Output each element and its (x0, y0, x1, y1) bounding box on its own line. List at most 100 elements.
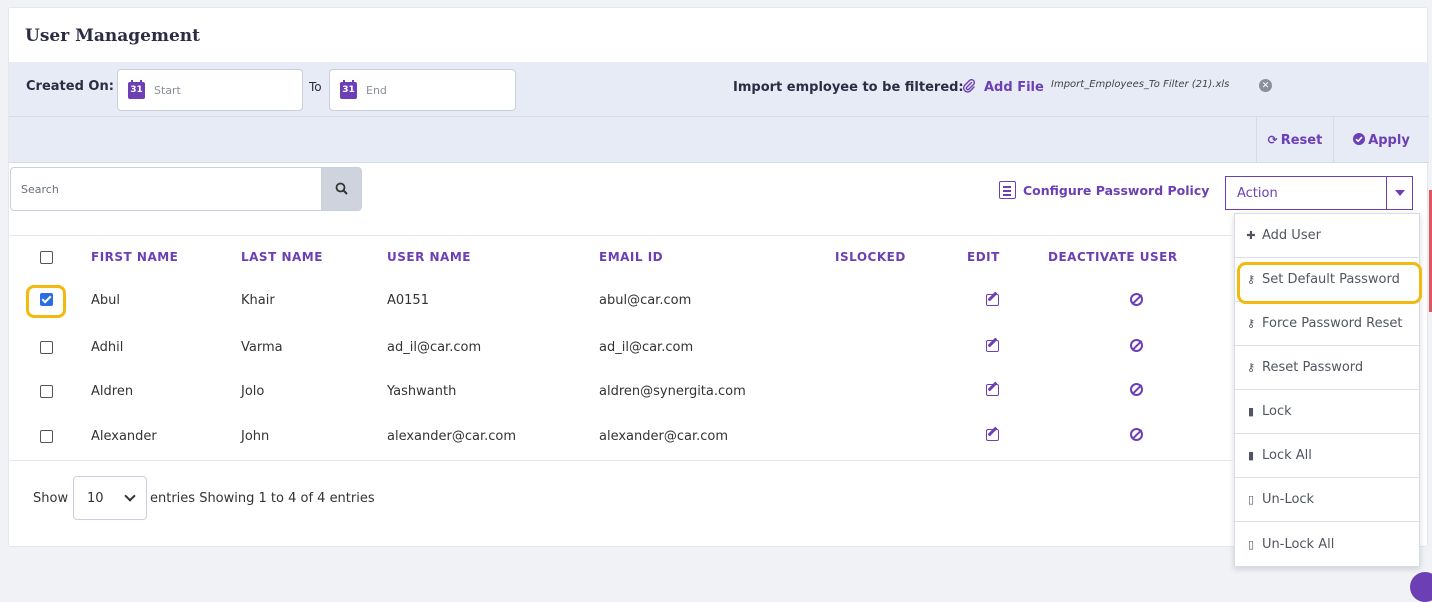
edit-icon[interactable] (986, 340, 999, 352)
key-icon: ⚷ (1246, 317, 1256, 330)
apply-button[interactable]: Apply (1334, 117, 1429, 163)
user-management-card: User Management Created On: 31 Start To … (8, 7, 1429, 547)
column-header-islocked[interactable]: ISLOCKED (835, 250, 906, 264)
filter-toolbar: ⟳ Reset Apply (9, 117, 1429, 163)
unlock-icon: ▯ (1247, 537, 1255, 551)
table-top-divider (10, 235, 1233, 236)
menu-item-reset-password[interactable]: ⚷ Reset Password (1235, 346, 1419, 390)
menu-item-lock[interactable]: ▮ Lock (1235, 390, 1419, 434)
menu-item-lock-all[interactable]: ▮ Lock All (1235, 434, 1419, 478)
deactivate-icon[interactable] (1130, 293, 1143, 306)
created-on-label: Created On: (26, 79, 114, 94)
cell-first-name: Abul (91, 293, 120, 308)
page-title: User Management (25, 26, 201, 46)
menu-item-label: Reset Password (1262, 360, 1364, 375)
menu-item-set-default-password[interactable]: ⚷ Set Default Password (1235, 258, 1422, 304)
table-bottom-divider (10, 460, 1233, 461)
chevron-down-icon (124, 490, 136, 502)
menu-item-label: Un-Lock All (1262, 536, 1335, 552)
menu-item-label: Add User (1262, 228, 1321, 243)
chevron-down-icon[interactable] (1386, 177, 1412, 209)
cell-last-name: Khair (241, 293, 275, 308)
end-placeholder: End (366, 83, 387, 97)
configure-password-policy-link[interactable]: Configure Password Policy (999, 181, 1209, 199)
start-date-input[interactable]: 31 Start (117, 69, 303, 111)
reset-button[interactable]: ⟳ Reset (1256, 117, 1334, 163)
unlock-icon: ▯ (1247, 493, 1255, 506)
menu-item-label: Set Default Password (1262, 272, 1400, 287)
deactivate-icon[interactable] (1130, 383, 1143, 396)
row-checkbox[interactable] (40, 385, 53, 398)
menu-item-label: Lock (1262, 404, 1292, 419)
help-bubble[interactable] (1410, 572, 1432, 602)
start-placeholder: Start (154, 83, 181, 97)
cell-user-name: Yashwanth (387, 384, 457, 399)
select-all-checkbox[interactable] (40, 251, 53, 264)
menu-item-un-lock-all[interactable]: ▯ Un-Lock All (1235, 522, 1419, 566)
lock-icon: ▮ (1247, 449, 1255, 462)
calendar-icon: 31 (128, 79, 145, 99)
apply-label: Apply (1368, 132, 1410, 148)
row-checkbox[interactable] (40, 341, 53, 354)
search-input[interactable] (11, 168, 322, 210)
action-dropdown-menu: ✚ Add User ⚷ Set Default Password ⚷ Forc… (1234, 213, 1422, 567)
cell-user-name: alexander@car.com (387, 429, 517, 444)
configure-label: Configure Password Policy (1023, 182, 1210, 198)
cell-user-name: ad_il@car.com (387, 340, 482, 355)
filter-bar: Created On: 31 Start To 31 End Import em… (9, 62, 1429, 117)
column-header-email-id[interactable]: EMAIL ID (599, 250, 663, 264)
menu-item-label: Force Password Reset (1262, 316, 1403, 331)
entries-info: entries Showing 1 to 4 of 4 entries (150, 491, 375, 506)
column-header-deactivate-user: DEACTIVATE USER (1048, 250, 1178, 264)
edit-icon[interactable] (986, 429, 999, 441)
cell-email: alexander@car.com (599, 429, 729, 444)
menu-item-label: Un-Lock (1262, 492, 1315, 507)
page-size-value: 10 (87, 491, 104, 506)
show-label: Show (33, 491, 69, 506)
lock-icon: ▮ (1247, 405, 1255, 418)
column-header-first-name[interactable]: FIRST NAME (91, 250, 178, 264)
cell-email: ad_il@car.com (599, 340, 694, 355)
action-select[interactable]: Action (1225, 176, 1413, 210)
row-checkbox[interactable] (40, 430, 53, 443)
check-circle-icon (1353, 132, 1366, 148)
action-selected-value: Action (1237, 186, 1278, 201)
cell-email: abul@car.com (599, 293, 692, 308)
edit-icon[interactable] (986, 384, 999, 396)
calendar-icon: 31 (340, 79, 357, 99)
cell-user-name: A0151 (387, 293, 429, 308)
cell-first-name: Aldren (91, 384, 134, 399)
cell-last-name: Jolo (241, 384, 265, 399)
menu-item-un-lock[interactable]: ▯ Un-Lock (1235, 478, 1419, 522)
column-header-user-name[interactable]: USER NAME (387, 250, 471, 264)
search-button[interactable] (321, 168, 361, 210)
plus-icon: ✚ (1246, 229, 1256, 242)
cell-first-name: Adhil (91, 340, 124, 355)
cell-last-name: Varma (241, 340, 283, 355)
page-size-select[interactable]: 10 (73, 476, 147, 520)
end-date-input[interactable]: 31 End (329, 69, 516, 111)
deactivate-icon[interactable] (1130, 339, 1143, 352)
menu-item-add-user[interactable]: ✚ Add User (1235, 214, 1419, 258)
paperclip-icon (962, 78, 976, 97)
deactivate-icon[interactable] (1130, 428, 1143, 441)
key-icon: ⚷ (1246, 273, 1256, 286)
cell-first-name: Alexander (91, 429, 157, 444)
refresh-icon: ⟳ (1267, 133, 1278, 147)
search-box (10, 167, 362, 211)
cell-last-name: John (241, 429, 270, 444)
policy-settings-icon (999, 181, 1016, 199)
row-checkbox[interactable] (40, 293, 53, 306)
import-employee-label: Import employee to be filtered: (733, 80, 964, 95)
column-header-last-name[interactable]: LAST NAME (241, 250, 323, 264)
remove-file-icon[interactable]: ✕ (1259, 79, 1272, 92)
add-file-link[interactable]: Add File (984, 80, 1044, 95)
key-icon: ⚷ (1246, 361, 1256, 374)
menu-item-force-password-reset[interactable]: ⚷ Force Password Reset (1235, 302, 1419, 346)
edit-icon[interactable] (986, 294, 999, 306)
cell-email: aldren@synergita.com (599, 384, 746, 399)
menu-item-label: Lock All (1262, 448, 1312, 463)
to-label: To (309, 80, 322, 94)
reset-label: Reset (1280, 132, 1323, 148)
search-icon (335, 180, 348, 199)
